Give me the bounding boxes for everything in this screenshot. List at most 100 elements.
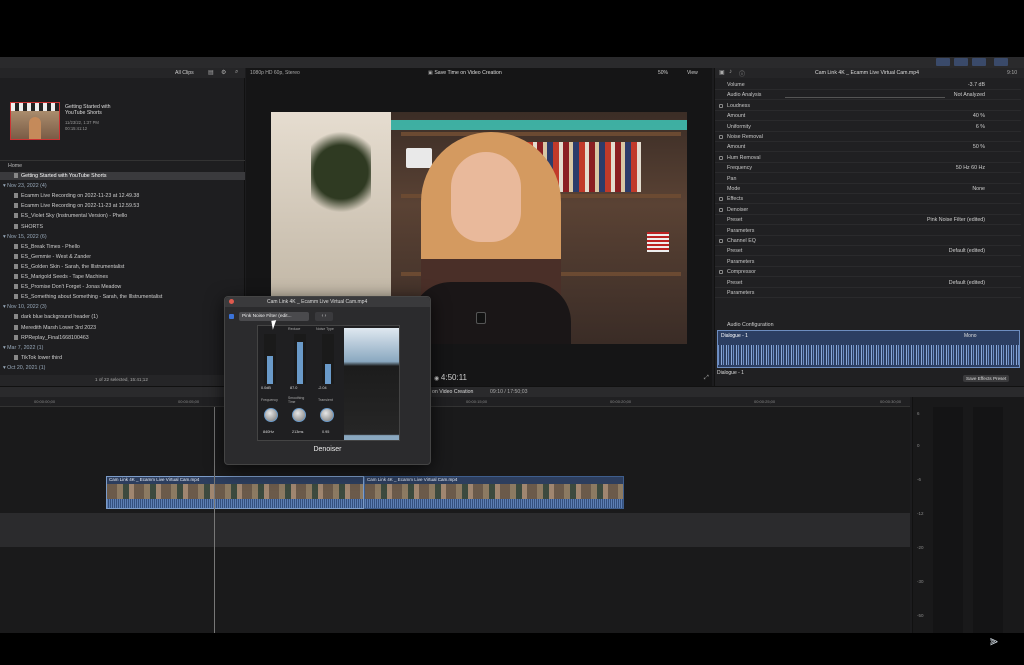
- playhead[interactable]: [214, 407, 215, 633]
- channel-mode[interactable]: Mono: [964, 333, 977, 339]
- browser-item-row[interactable]: Ecamm Live Recording on 2022-11-23 at 12…: [0, 192, 245, 200]
- denoiser-plugin-window[interactable]: Cam Link 4K _ Ecamm Live Virtual Cam.mp4…: [224, 296, 431, 465]
- featured-thumbnail[interactable]: [10, 102, 60, 140]
- browser-item-row[interactable]: ES_Violet Sky (Instrumental Version) - P…: [0, 212, 245, 220]
- enable-checkbox[interactable]: [719, 155, 723, 160]
- parameter-label: Uniformity: [727, 123, 751, 130]
- enable-checkbox[interactable]: [719, 207, 723, 212]
- inspector-row[interactable]: Parameters: [715, 226, 1021, 236]
- browser-item-row[interactable]: ES_Something about Something - Sarah, th…: [0, 293, 245, 301]
- timeline[interactable]: 00:00:00;00 00:00:05;00 00:00:10;00 00:0…: [0, 397, 910, 633]
- meter-right: [973, 407, 1003, 633]
- inspector-row[interactable]: Preset Default (edited): [715, 246, 1021, 257]
- parameter-value: Default (edited): [948, 248, 985, 255]
- browser-item-row[interactable]: ES_Break Times - Phello: [0, 243, 245, 251]
- browser-item-row[interactable]: TikTok lower third: [0, 354, 245, 362]
- filmstrip-icon[interactable]: ▤: [208, 69, 214, 76]
- audio-config-waveform[interactable]: Dialogue - 1 Mono: [717, 330, 1020, 368]
- threshold-slider[interactable]: [264, 334, 276, 384]
- enable-checkbox[interactable]: [719, 103, 723, 108]
- browser-item-row[interactable]: RPReplay_Final1668100463: [0, 334, 245, 342]
- browser-item-row[interactable]: Getting Started with YouTube Shorts: [0, 172, 245, 180]
- browser-item-row[interactable]: ES_Gemmie - West & Zander: [0, 253, 245, 261]
- clips-filter[interactable]: All Clips: [175, 70, 194, 76]
- inspector-row[interactable]: Preset Default (edited): [715, 278, 1021, 288]
- inspector-row[interactable]: Parameters: [715, 257, 1021, 267]
- inspector-row[interactable]: Amount 40 %: [715, 111, 1021, 122]
- compare-arrows[interactable]: ‹ ›: [315, 312, 333, 321]
- viewer-timecode[interactable]: ◉ 4:50:11: [434, 373, 467, 382]
- save-effects-preset-button[interactable]: Save Effects Preset: [963, 375, 1010, 382]
- inspector-row[interactable]: Loudness: [715, 101, 1021, 111]
- reduce-slider[interactable]: [294, 334, 306, 384]
- inspector-row[interactable]: Amount 50 %: [715, 142, 1021, 153]
- inspector-row[interactable]: Hum Removal: [715, 153, 1021, 163]
- inspector-row[interactable]: Audio Analysis Not Analyzed: [715, 90, 1021, 101]
- layout-button-2[interactable]: [954, 58, 968, 66]
- audio-tab-icon[interactable]: ♪: [729, 69, 732, 75]
- clip-icon: [14, 294, 18, 300]
- settings-icon[interactable]: ⚙: [221, 69, 226, 76]
- inspector-row[interactable]: Noise Removal: [715, 132, 1021, 142]
- date-group-row[interactable]: ▾ Nov 15, 2022 (6): [0, 233, 245, 241]
- zoom-select[interactable]: 50%: [658, 70, 668, 76]
- preset-value: Pink Noise Filter (edit...: [242, 314, 292, 319]
- inspector-row[interactable]: Preset Pink Noise Filter (edited): [715, 215, 1021, 226]
- date-group-row[interactable]: ▾ Nov 23, 2022 (4): [0, 182, 245, 190]
- enable-checkbox[interactable]: [719, 239, 723, 243]
- inspector-row[interactable]: Mode None: [715, 184, 1021, 194]
- noise-type-slider[interactable]: [322, 334, 334, 384]
- browser-item-row[interactable]: Meredith Marsh Lower 3rd 2023: [0, 324, 245, 332]
- volume-slider-track[interactable]: [785, 97, 945, 98]
- home-label[interactable]: Home: [0, 162, 245, 170]
- frequency-knob[interactable]: [264, 408, 278, 422]
- inspector-row[interactable]: Parameters: [715, 288, 1021, 298]
- inspector-row[interactable]: Uniformity 6 %: [715, 122, 1021, 132]
- browser-item-row[interactable]: SHORTS: [0, 223, 245, 231]
- browser-item-row[interactable]: ES_Marigold Seeds - Tape Machines: [0, 273, 245, 281]
- meter-scale: -20: [917, 545, 924, 550]
- inspector-row[interactable]: Denoiser: [715, 205, 1021, 215]
- transient-knob[interactable]: [320, 408, 334, 422]
- video-tab-icon[interactable]: ▣: [719, 69, 725, 76]
- inspector-row[interactable]: Channel EQ: [715, 236, 1021, 246]
- enable-checkbox[interactable]: [719, 197, 723, 202]
- clip-icon: [14, 173, 18, 179]
- timeline-clip[interactable]: Cam Link 4K _ Ecamm Live Virtual Cam.mp4: [364, 476, 624, 509]
- date-group-row[interactable]: ▾ Mar 7, 2022 (1): [0, 344, 245, 352]
- timeline-header: on Video Creation 09:10 / 17:50;03: [0, 386, 1024, 397]
- parameter-label: Audio Analysis: [727, 92, 762, 99]
- fullscreen-icon[interactable]: ⤢: [704, 375, 709, 382]
- library-browser: All Clips ▤ ⚙ ⌕ Getting Started with You…: [0, 68, 245, 386]
- search-icon[interactable]: ⌕: [235, 69, 238, 76]
- parameter-value: -3.7 dB: [967, 82, 985, 88]
- enable-checkbox[interactable]: [229, 314, 234, 319]
- clip-icon: [14, 354, 18, 360]
- layout-button-4[interactable]: [994, 58, 1008, 66]
- view-menu[interactable]: View: [687, 70, 698, 76]
- date-group-row[interactable]: ▾ Nov 10, 2022 (3): [0, 303, 245, 311]
- clip-icon: [14, 203, 18, 209]
- inspector-row[interactable]: Frequency 50 Hz 60 Hz: [715, 163, 1021, 174]
- browser-item-row[interactable]: ES_Golden Skin - Sarah, the Illstrumenta…: [0, 263, 245, 271]
- inspector-row[interactable]: Effects: [715, 194, 1021, 205]
- enable-checkbox[interactable]: [719, 270, 723, 275]
- browser-item-row[interactable]: ES_Promise Don't Forget - Jonas Meadow: [0, 283, 245, 291]
- format-label: 1080p HD 60p, Stereo: [250, 70, 300, 76]
- dialogue-role-select[interactable]: Dialogue - 1: [717, 370, 744, 376]
- browser-item-row[interactable]: dark blue background header (1): [0, 313, 245, 321]
- inspector-row[interactable]: Pan: [715, 174, 1021, 184]
- play-icon[interactable]: ◉: [434, 376, 441, 382]
- browser-item-row[interactable]: Ecamm Live Recording on 2022-11-23 at 12…: [0, 202, 245, 210]
- layout-button-3[interactable]: [972, 58, 986, 66]
- enable-checkbox[interactable]: [719, 135, 723, 139]
- info-tab-icon[interactable]: ⓘ: [739, 69, 745, 78]
- close-button[interactable]: [229, 299, 234, 304]
- timeline-clip[interactable]: Cam Link 4K _ Ecamm Live Virtual Cam.mp4: [106, 476, 364, 509]
- smoothing-knob[interactable]: [292, 408, 306, 422]
- inspector-row[interactable]: Volume -3.7 dB: [715, 80, 1021, 90]
- parameter-label: Frequency: [727, 165, 753, 172]
- layout-button-1[interactable]: [936, 58, 950, 66]
- inspector-row[interactable]: Compressor: [715, 267, 1021, 278]
- date-group-row[interactable]: ▾ Oct 20, 2021 (1): [0, 364, 245, 372]
